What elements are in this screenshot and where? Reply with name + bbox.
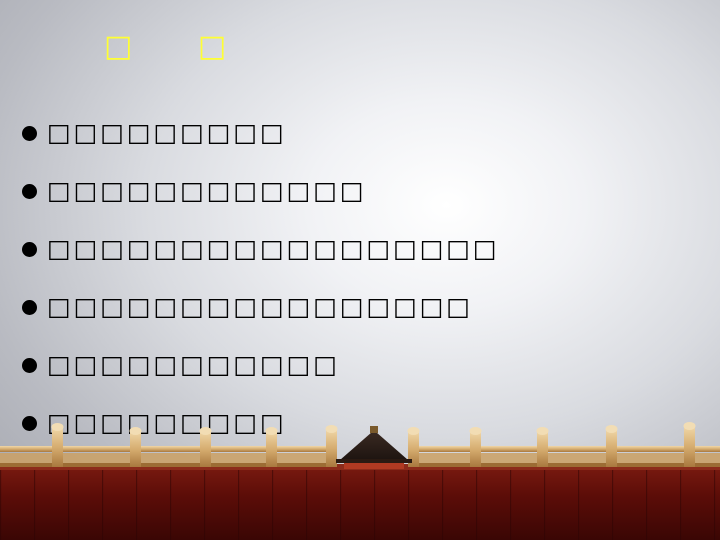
bullet-icon xyxy=(22,357,37,373)
bullet-text: □□□□□□□□□ xyxy=(47,118,287,147)
bullet-icon xyxy=(22,299,37,315)
bullet-icon xyxy=(22,241,37,257)
bullet-item-4: □□□□□□□□□□□□□□□□ xyxy=(22,278,500,336)
bullet-item-2: □□□□□□□□□□□□ xyxy=(22,162,500,220)
bullet-text: □□□□□□□□□□□□□□□□□ xyxy=(47,234,500,263)
bullet-list: □□□□□□□□□ □□□□□□□□□□□□ □□□□□□□□□□□□□□□□□… xyxy=(22,104,500,452)
slide: □ □ □□□□□□□□□ □□□□□□□□□□□□ □□□□□□□□□□□□□… xyxy=(0,0,720,540)
bullet-text: □□□□□□□□□□□ xyxy=(47,350,340,379)
slide-title: □ □ xyxy=(104,29,255,64)
temple-balustrade-illustration xyxy=(0,422,720,540)
bullet-item-5: □□□□□□□□□□□ xyxy=(22,336,500,394)
bullet-item-1: □□□□□□□□□ xyxy=(22,104,500,162)
bullet-item-3: □□□□□□□□□□□□□□□□□ xyxy=(22,220,500,278)
bullet-text: □□□□□□□□□□□□ xyxy=(47,176,367,205)
bullet-icon xyxy=(22,125,37,141)
bullet-text: □□□□□□□□□□□□□□□□ xyxy=(47,292,473,321)
bullet-icon xyxy=(22,183,37,199)
